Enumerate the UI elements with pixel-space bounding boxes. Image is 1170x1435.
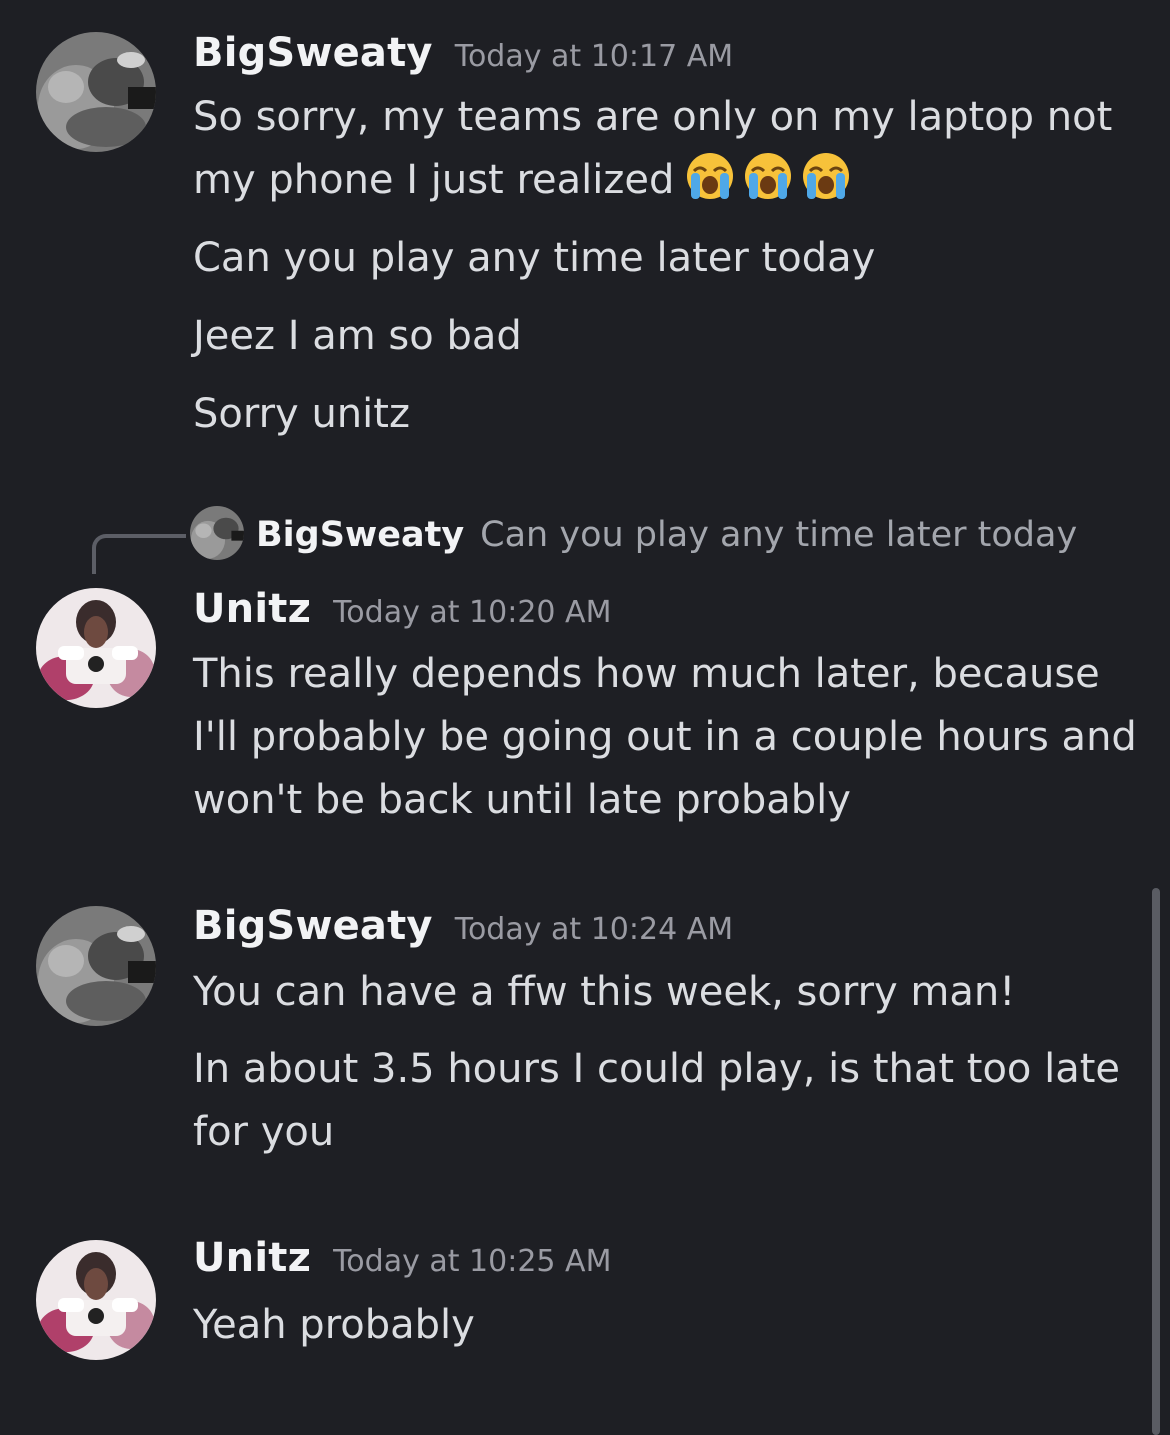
- username[interactable]: Unitz: [193, 1235, 311, 1281]
- avatar[interactable]: [36, 32, 156, 152]
- message-text: So sorry, my teams are only on my laptop…: [193, 86, 1143, 220]
- timestamp: Today at 10:20 AM: [333, 595, 612, 630]
- message-text: This really depends how much later, beca…: [193, 651, 1137, 823]
- reply-username[interactable]: BigSweaty: [256, 515, 464, 555]
- timestamp: Today at 10:25 AM: [333, 1244, 612, 1279]
- reply-connector: [92, 534, 186, 574]
- loudly-crying-face-icon: [687, 153, 734, 199]
- reply-preview[interactable]: BigSweaty Can you play any time later tod…: [190, 506, 1077, 560]
- timestamp: Today at 10:17 AM: [454, 39, 734, 74]
- message-text: You can have a ffw this week, sorry man!: [193, 969, 1016, 1015]
- message-header: BigSweaty Today at 10:17 AM: [193, 30, 733, 76]
- reply-avatar: [190, 506, 244, 560]
- message-list[interactable]: BigSweaty Today at 10:17 AM So sorry, my …: [0, 0, 1170, 1435]
- message-header: Unitz Today at 10:20 AM: [193, 586, 611, 632]
- username[interactable]: Unitz: [193, 586, 311, 632]
- avatar[interactable]: [36, 588, 156, 708]
- username[interactable]: BigSweaty: [193, 30, 433, 76]
- emoji-group: [684, 149, 858, 220]
- message-text: Can you play any time later today: [193, 235, 876, 281]
- message-text: In about 3.5 hours I could play, is that…: [193, 1046, 1121, 1155]
- scrollbar[interactable]: [1152, 888, 1160, 1435]
- timestamp: Today at 10:24 AM: [454, 912, 734, 947]
- message-text: Yeah probably: [193, 1302, 475, 1348]
- message-text: Sorry unitz: [193, 391, 410, 437]
- loudly-crying-face-icon: [803, 153, 850, 199]
- username[interactable]: BigSweaty: [193, 903, 433, 949]
- message-text: Jeez I am so bad: [193, 313, 522, 359]
- reply-text[interactable]: Can you play any time later today: [480, 515, 1077, 555]
- avatar[interactable]: [36, 1240, 156, 1360]
- message-header: BigSweaty Today at 10:24 AM: [193, 903, 733, 949]
- avatar[interactable]: [36, 906, 156, 1026]
- loudly-crying-face-icon: [745, 153, 792, 199]
- message-header: Unitz Today at 10:25 AM: [193, 1235, 611, 1281]
